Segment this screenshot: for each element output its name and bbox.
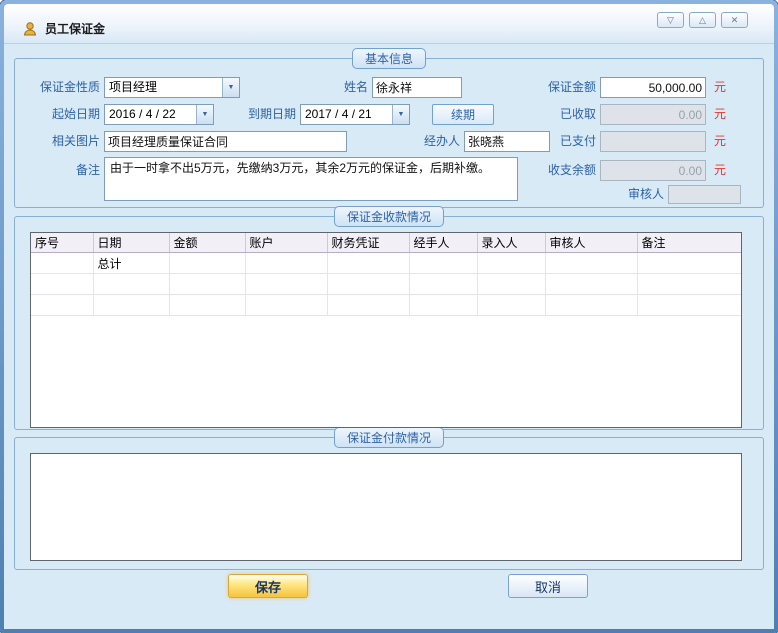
minimize-button[interactable]: ▽ — [657, 12, 684, 28]
auditor-field — [668, 185, 741, 204]
start-date-value: 2016 / 4 / 22 — [105, 105, 196, 124]
start-date-label: 起始日期 — [20, 104, 100, 125]
cell — [545, 253, 637, 274]
payments-box — [30, 453, 742, 561]
table-row-empty — [31, 295, 741, 316]
deposit-nature-select[interactable]: 项目经理 ▼ — [104, 77, 240, 98]
end-date-picker[interactable]: 2017 / 4 / 21 ▼ — [300, 104, 410, 125]
receipts-group-title: 保证金收款情况 — [334, 206, 444, 227]
column-header-auditor[interactable]: 审核人 — [545, 233, 637, 253]
table-row-empty — [31, 274, 741, 295]
column-header-handler[interactable]: 经手人 — [409, 233, 477, 253]
deposit-nature-label: 保证金性质 — [20, 77, 100, 98]
auditor-label: 审核人 — [602, 184, 664, 205]
cell — [637, 253, 741, 274]
column-header-account[interactable]: 账户 — [245, 233, 327, 253]
currency-unit: 元 — [714, 104, 726, 125]
app-icon — [22, 21, 38, 37]
cell — [477, 253, 545, 274]
remark-label: 备注 — [20, 160, 100, 181]
start-date-picker[interactable]: 2016 / 4 / 22 ▼ — [104, 104, 214, 125]
column-header-entry[interactable]: 录入人 — [477, 233, 545, 253]
currency-unit: 元 — [714, 77, 726, 98]
column-header-amount[interactable]: 金额 — [169, 233, 245, 253]
received-label: 已收取 — [516, 104, 596, 125]
chevron-down-icon[interactable]: ▼ — [222, 78, 239, 97]
deposit-nature-value: 项目经理 — [105, 78, 222, 97]
cell — [409, 253, 477, 274]
cell — [327, 253, 409, 274]
end-date-label: 到期日期 — [230, 104, 296, 125]
receipts-table: 序号 日期 金额 账户 财务凭证 经手人 录入人 审核人 备注 总计 — [30, 232, 742, 428]
table-row-total[interactable]: 总计 — [31, 253, 741, 274]
end-date-value: 2017 / 4 / 21 — [301, 105, 392, 124]
currency-unit: 元 — [714, 131, 726, 152]
cell — [169, 253, 245, 274]
cell — [31, 253, 93, 274]
cell — [245, 253, 327, 274]
handler-label: 经办人 — [400, 131, 460, 152]
related-image-field[interactable] — [104, 131, 347, 152]
window-controls: ▽ △ ✕ — [657, 12, 748, 28]
column-header-remark[interactable]: 备注 — [637, 233, 741, 253]
balance-label: 收支余额 — [516, 160, 596, 181]
paid-field — [600, 131, 706, 152]
save-button[interactable]: 保存 — [228, 574, 308, 598]
cell: 总计 — [93, 253, 169, 274]
column-header-voucher[interactable]: 财务凭证 — [327, 233, 409, 253]
maximize-button[interactable]: △ — [689, 12, 716, 28]
paid-label: 已支付 — [516, 131, 596, 152]
amount-field[interactable] — [600, 77, 706, 98]
window-title: 员工保证金 — [45, 20, 105, 37]
name-field[interactable] — [372, 77, 462, 98]
employee-deposit-window: 员工保证金 ▽ △ ✕ 基本信息 保证金收款情况 保证金付款情况 保证金性质 项… — [0, 0, 778, 633]
column-header-seq[interactable]: 序号 — [31, 233, 93, 253]
balance-field — [600, 160, 706, 181]
amount-label: 保证金额 — [516, 77, 596, 98]
chevron-down-icon[interactable]: ▼ — [392, 105, 409, 124]
renew-button[interactable]: 续期 — [432, 104, 494, 125]
basic-info-group-title: 基本信息 — [352, 48, 426, 69]
cancel-button[interactable]: 取消 — [508, 574, 588, 598]
column-header-date[interactable]: 日期 — [93, 233, 169, 253]
chevron-down-icon[interactable]: ▼ — [196, 105, 213, 124]
close-button[interactable]: ✕ — [721, 12, 748, 28]
remark-field[interactable]: 由于一时拿不出5万元，先缴纳3万元，其余2万元的保证金，后期补缴。 — [104, 157, 518, 201]
payments-group-title: 保证金付款情况 — [334, 427, 444, 448]
related-image-label: 相关图片 — [20, 131, 100, 152]
currency-unit: 元 — [714, 160, 726, 181]
receipts-header-row: 序号 日期 金额 账户 财务凭证 经手人 录入人 审核人 备注 — [31, 233, 741, 253]
name-label: 姓名 — [300, 77, 368, 98]
received-field — [600, 104, 706, 125]
